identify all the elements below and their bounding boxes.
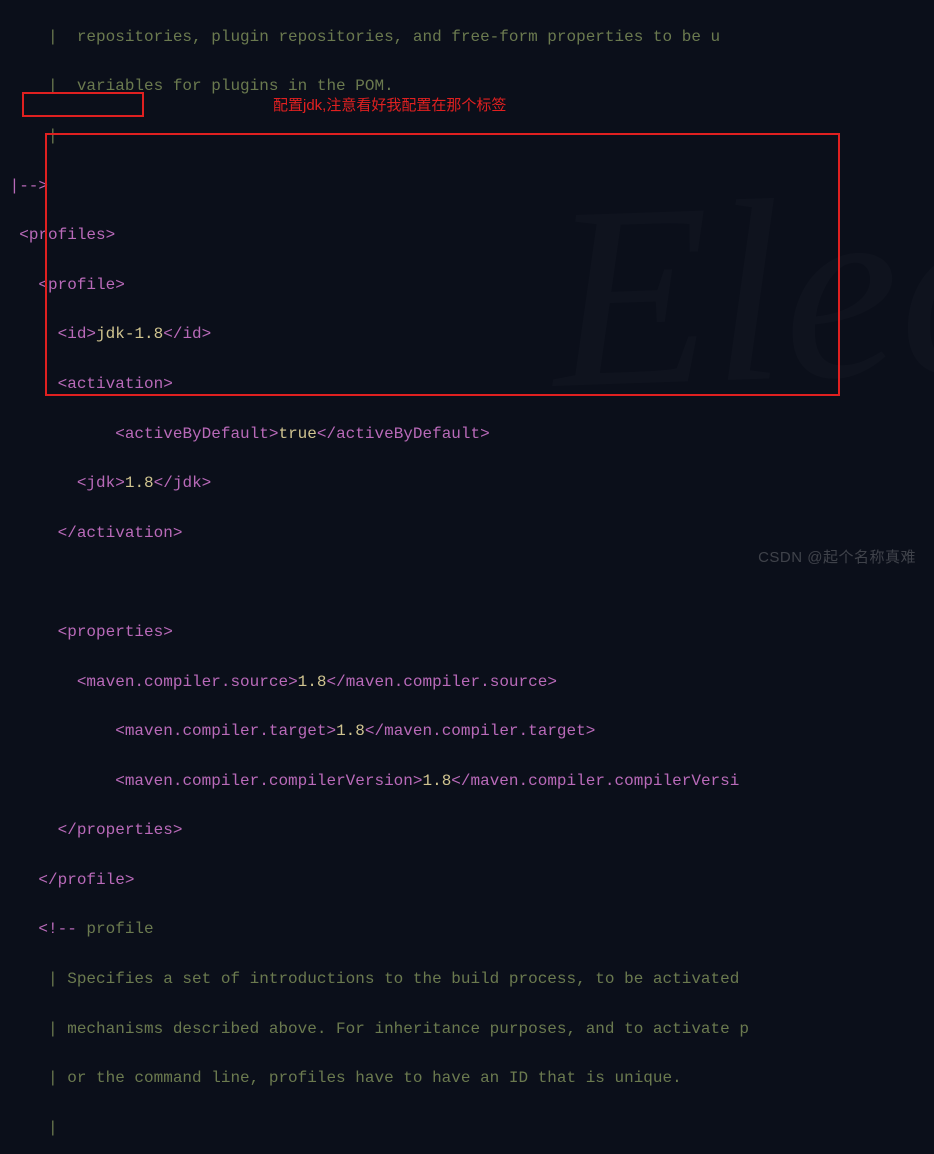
value-18: 1.8 xyxy=(125,474,154,492)
comment-line: | variables for plugins in the POM. xyxy=(0,77,394,95)
comment-close: |--> xyxy=(0,177,48,195)
blank-line xyxy=(0,573,10,591)
tag-profile-close: profile xyxy=(58,871,125,889)
tag-activation-close: activation xyxy=(77,524,173,542)
value-jdk18: jdk-1.8 xyxy=(96,325,163,343)
csdn-watermark: CSDN @起个名称真难 xyxy=(758,546,916,569)
comment-line: | or the command line, profiles have to … xyxy=(0,1069,682,1087)
code-editor-content: | repositories, plugin repositories, and… xyxy=(0,0,934,1154)
comment-line: | xyxy=(0,1119,58,1137)
tag-profiles: profiles xyxy=(29,226,106,244)
comment-line: | repositories, plugin repositories, and… xyxy=(0,28,720,46)
comment-line: | mechanisms described above. For inheri… xyxy=(0,1020,749,1038)
tag-properties: properties xyxy=(67,623,163,641)
tag-activation: activation xyxy=(67,375,163,393)
tag-jdk: jdk xyxy=(86,474,115,492)
comment-open: <!-- xyxy=(0,920,77,938)
comment-line: | xyxy=(0,127,58,145)
tag-properties-close: properties xyxy=(77,821,173,839)
tag-compiler-source: maven.compiler.source xyxy=(86,673,288,691)
annotation-text: 配置jdk,注意看好我配置在那个标签 xyxy=(273,94,506,117)
tag-open: < xyxy=(0,226,29,244)
tag-compiler-version: maven.compiler.compilerVersion xyxy=(125,772,413,790)
tag-activebydefault: activeByDefault xyxy=(125,425,269,443)
tag-close: > xyxy=(115,276,125,294)
tag-open: < xyxy=(0,276,48,294)
comment-line: | Specifies a set of introductions to th… xyxy=(0,970,739,988)
value-true: true xyxy=(278,425,316,443)
tag-compiler-target: maven.compiler.target xyxy=(125,722,327,740)
tag-profile: profile xyxy=(48,276,115,294)
tag-close: > xyxy=(106,226,116,244)
tag-id: id xyxy=(67,325,86,343)
